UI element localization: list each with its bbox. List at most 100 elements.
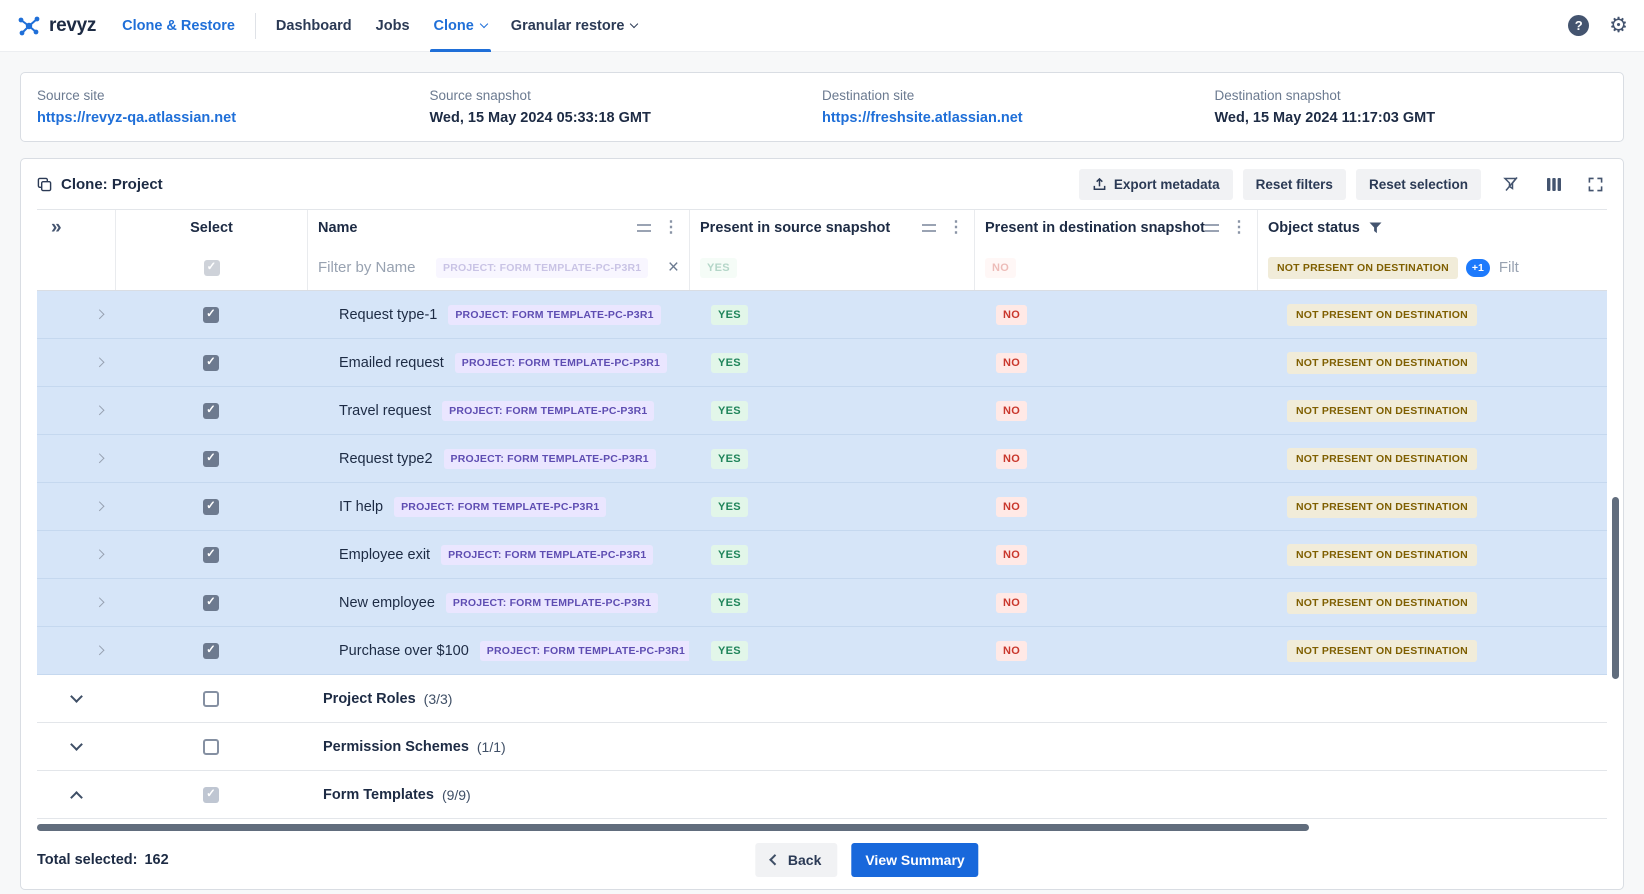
- brand-name: revyz: [49, 15, 96, 37]
- ghost-source-pill: YES: [700, 258, 737, 278]
- header-destination: Present in destination snapshot ⋮: [974, 210, 1257, 245]
- group-row-form-templates[interactable]: ✓ Form Templates (9/9): [37, 771, 1607, 819]
- row-checkbox[interactable]: ✓: [203, 307, 219, 323]
- clone-project-card: Clone: Project Export metadata Reset fil…: [20, 158, 1624, 890]
- gear-icon[interactable]: ⚙: [1609, 15, 1628, 36]
- expand-all-icon[interactable]: »: [51, 218, 62, 237]
- export-icon: [1092, 177, 1107, 192]
- horizontal-scroll-track: [37, 819, 1607, 835]
- group-count: (9/9): [442, 787, 471, 803]
- column-menu-icon[interactable]: ⋮: [1231, 220, 1247, 236]
- table-row[interactable]: ✓ Employee exitPROJECT: FORM TEMPLATE-PC…: [37, 531, 1607, 579]
- clear-filter-x-icon[interactable]: ×: [668, 258, 679, 277]
- status-chip: NOT PRESENT ON DESTINATION: [1287, 448, 1477, 470]
- column-drag-handle-icon[interactable]: [1205, 224, 1219, 232]
- view-summary-button[interactable]: View Summary: [851, 843, 978, 877]
- check-icon: ✓: [206, 789, 216, 801]
- row-name: Emailed request: [339, 355, 444, 371]
- column-drag-handle-icon[interactable]: [637, 224, 651, 232]
- total-selected-label: Total selected:: [37, 852, 137, 868]
- source-pill: YES: [711, 353, 748, 373]
- columns-icon[interactable]: [1542, 173, 1566, 196]
- help-icon[interactable]: ?: [1568, 15, 1589, 36]
- source-snapshot-label: Source snapshot: [430, 88, 823, 103]
- group-expand-chevron-icon[interactable]: [70, 738, 83, 751]
- nav-item-dashboard[interactable]: Dashboard: [264, 0, 364, 52]
- check-icon: ✓: [206, 549, 216, 561]
- row-expand-chevron-icon[interactable]: [95, 502, 104, 511]
- horizontal-scrollbar[interactable]: [37, 824, 1309, 831]
- filter-funnel-icon[interactable]: [1369, 222, 1382, 234]
- destination-pill: NO: [996, 545, 1027, 565]
- header-expand-col: »: [37, 210, 115, 245]
- nav-divider: [255, 13, 256, 39]
- table-row[interactable]: ✓ New employeePROJECT: FORM TEMPLATE-PC-…: [37, 579, 1607, 627]
- source-pill: YES: [711, 497, 748, 517]
- row-checkbox[interactable]: ✓: [203, 547, 219, 563]
- column-menu-icon[interactable]: ⋮: [663, 220, 679, 236]
- row-expand-chevron-icon[interactable]: [95, 598, 104, 607]
- nav-item-clone[interactable]: Clone: [422, 0, 499, 52]
- row-tag: PROJECT: FORM TEMPLATE-PC-P3R1: [444, 449, 656, 469]
- status-filter-chip[interactable]: NOT PRESENT ON DESTINATION: [1268, 257, 1458, 279]
- chevron-left-icon: [770, 855, 781, 866]
- row-checkbox[interactable]: ✓: [203, 451, 219, 467]
- card-header: Clone: Project Export metadata Reset fil…: [21, 159, 1623, 209]
- table-header-row: » Select Name ⋮ Present in source snapsh…: [37, 209, 1607, 245]
- total-selected: Total selected: 162: [37, 852, 169, 868]
- fullscreen-icon[interactable]: [1584, 173, 1607, 196]
- row-name: Request type-1: [339, 307, 437, 323]
- source-pill: YES: [711, 401, 748, 421]
- row-expand-chevron-icon[interactable]: [95, 358, 104, 367]
- check-icon: ✓: [206, 501, 216, 513]
- status-chip: NOT PRESENT ON DESTINATION: [1287, 592, 1477, 614]
- row-checkbox[interactable]: ✓: [203, 355, 219, 371]
- table-row[interactable]: ✓ Request type2PROJECT: FORM TEMPLATE-PC…: [37, 435, 1607, 483]
- export-metadata-button[interactable]: Export metadata: [1079, 169, 1233, 200]
- group-checkbox[interactable]: [203, 739, 219, 755]
- status-chip: NOT PRESENT ON DESTINATION: [1287, 304, 1477, 326]
- name-filter-input[interactable]: [318, 259, 436, 276]
- status-filter-more-badge[interactable]: +1: [1466, 259, 1490, 277]
- row-tag: PROJECT: FORM TEMPLATE-PC-P3R1: [442, 401, 654, 421]
- table-row[interactable]: ✓ Purchase over $100PROJECT: FORM TEMPLA…: [37, 627, 1607, 675]
- reset-filters-button[interactable]: Reset filters: [1243, 169, 1346, 200]
- table-row[interactable]: ✓ Emailed requestPROJECT: FORM TEMPLATE-…: [37, 339, 1607, 387]
- row-expand-chevron-icon[interactable]: [95, 454, 104, 463]
- group-checkbox[interactable]: [203, 691, 219, 707]
- back-button[interactable]: Back: [755, 843, 837, 877]
- row-tag: PROJECT: FORM TEMPLATE-PC-P3R1: [441, 545, 653, 565]
- group-expand-chevron-icon[interactable]: [70, 690, 83, 703]
- card-footer: Total selected: 162 Back View Summary: [21, 835, 1623, 889]
- source-snapshot-field: Source snapshot Wed, 15 May 2024 05:33:1…: [430, 88, 823, 126]
- group-row-permission-schemes[interactable]: Permission Schemes (1/1): [37, 723, 1607, 771]
- status-chip: NOT PRESENT ON DESTINATION: [1287, 352, 1477, 374]
- row-checkbox[interactable]: ✓: [203, 403, 219, 419]
- column-menu-icon[interactable]: ⋮: [948, 220, 964, 236]
- group-row-project-roles[interactable]: Project Roles (3/3): [37, 675, 1607, 723]
- group-checkbox[interactable]: ✓: [203, 787, 219, 803]
- brand-logo[interactable]: revyz: [16, 13, 96, 39]
- row-checkbox[interactable]: ✓: [203, 595, 219, 611]
- status-chip: NOT PRESENT ON DESTINATION: [1287, 496, 1477, 518]
- nav-item-jobs[interactable]: Jobs: [364, 0, 422, 52]
- nav-item-granular-restore[interactable]: Granular restore: [499, 0, 650, 52]
- row-expand-chevron-icon[interactable]: [95, 406, 104, 415]
- source-pill: YES: [711, 641, 748, 661]
- row-expand-chevron-icon[interactable]: [95, 550, 104, 559]
- row-checkbox[interactable]: ✓: [203, 499, 219, 515]
- reset-selection-button[interactable]: Reset selection: [1356, 169, 1481, 200]
- column-drag-handle-icon[interactable]: [922, 224, 936, 232]
- table-row[interactable]: ✓ IT helpPROJECT: FORM TEMPLATE-PC-P3R1 …: [37, 483, 1607, 531]
- nav-clone-restore-link[interactable]: Clone & Restore: [118, 0, 247, 52]
- destination-site-link[interactable]: https://freshsite.atlassian.net: [822, 110, 1215, 126]
- row-checkbox[interactable]: ✓: [203, 643, 219, 659]
- source-site-link[interactable]: https://revyz-qa.atlassian.net: [37, 110, 430, 126]
- table-row[interactable]: ✓ Request type-1PROJECT: FORM TEMPLATE-P…: [37, 291, 1607, 339]
- row-expand-chevron-icon[interactable]: [95, 646, 104, 655]
- row-expand-chevron-icon[interactable]: [95, 310, 104, 319]
- vertical-scrollbar[interactable]: [1612, 497, 1619, 679]
- group-collapse-chevron-icon[interactable]: [70, 791, 83, 804]
- clear-filter-icon[interactable]: [1499, 172, 1524, 196]
- table-row[interactable]: ✓ Travel requestPROJECT: FORM TEMPLATE-P…: [37, 387, 1607, 435]
